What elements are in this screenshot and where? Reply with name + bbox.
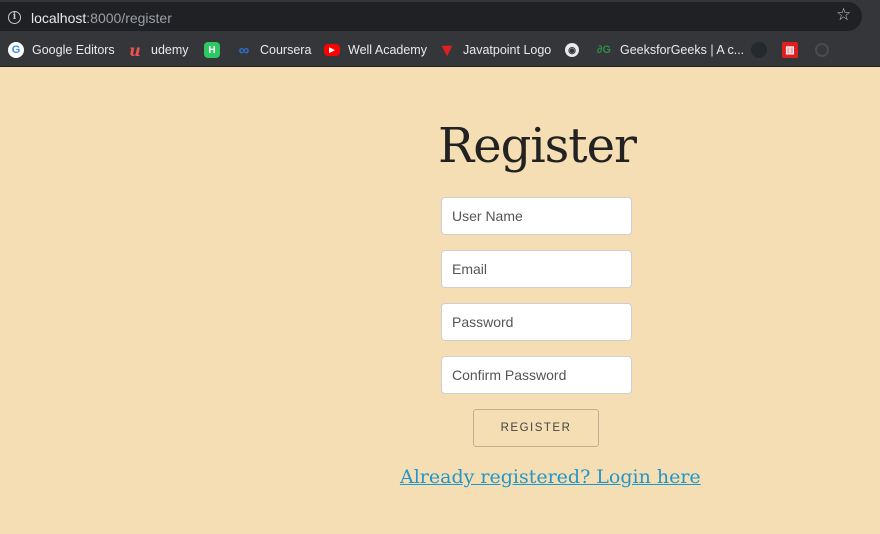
coursera-icon: ∞ xyxy=(238,41,250,59)
bookmark-label: Google Editors xyxy=(32,43,115,57)
url-host: localhost xyxy=(31,10,87,26)
bookmark-udemy[interactable]: u udemy xyxy=(127,40,189,60)
register-button[interactable]: REGISTER xyxy=(473,409,599,447)
red-bookmark-icon: ▥ xyxy=(782,42,798,58)
bookmarks-bar: G Google Editors u udemy H ∞ Coursera ▶ … xyxy=(0,33,880,67)
bookmark-google-editors[interactable]: G Google Editors xyxy=(8,40,115,60)
bookmark-hackerrank[interactable]: H xyxy=(204,40,220,60)
bookmark-label: Well Academy xyxy=(348,43,427,57)
bookmark-red[interactable]: ▥ xyxy=(782,40,798,60)
confirm-password-input[interactable] xyxy=(441,356,632,394)
bookmark-github[interactable] xyxy=(751,40,767,60)
youtube-icon: ▶ xyxy=(324,44,340,56)
javatpoint-icon: ▼ xyxy=(438,39,456,60)
url-path: :8000/register xyxy=(86,10,172,26)
info-icon[interactable]: i xyxy=(8,11,21,24)
browser-address-bar: i localhost:8000/register ☆ xyxy=(0,0,880,33)
password-input[interactable] xyxy=(441,303,632,341)
bookmark-coursera[interactable]: ∞ Coursera xyxy=(236,40,312,60)
github-icon xyxy=(751,42,767,58)
hackerrank-icon: H xyxy=(204,42,220,58)
bookmark-label: GeeksforGeeks | A c... xyxy=(620,43,745,57)
email-input[interactable] xyxy=(441,250,632,288)
bookmark-label: Coursera xyxy=(260,43,312,57)
url-field[interactable]: i localhost:8000/register xyxy=(0,2,862,31)
url-text[interactable]: localhost:8000/register xyxy=(31,10,172,26)
bookmark-well-academy[interactable]: ▶ Well Academy xyxy=(324,40,427,60)
bookmark-label: udemy xyxy=(151,43,189,57)
geeksforgeeks-icon: ∂G xyxy=(597,44,611,56)
login-link[interactable]: Already registered? Login here xyxy=(400,466,701,488)
globe-icon: ◉ xyxy=(565,43,579,57)
page-title: Register xyxy=(438,118,637,174)
bookmark-faded[interactable] xyxy=(815,40,829,60)
google-icon: G xyxy=(8,42,24,58)
bookmark-label: Javatpoint Logo xyxy=(463,43,552,57)
udemy-icon: u xyxy=(129,40,141,60)
bookmark-globe[interactable]: ◉ xyxy=(565,40,579,60)
bookmark-javatpoint[interactable]: ▼ Javatpoint Logo xyxy=(438,39,552,60)
username-input[interactable] xyxy=(441,197,632,235)
bookmark-star-icon[interactable]: ☆ xyxy=(836,5,851,25)
page-content: Register REGISTER Already registered? Lo… xyxy=(0,68,880,534)
bookmark-geeksforgeeks[interactable]: ∂G GeeksforGeeks | A c... xyxy=(596,40,744,60)
faded-circle-icon xyxy=(815,43,829,57)
